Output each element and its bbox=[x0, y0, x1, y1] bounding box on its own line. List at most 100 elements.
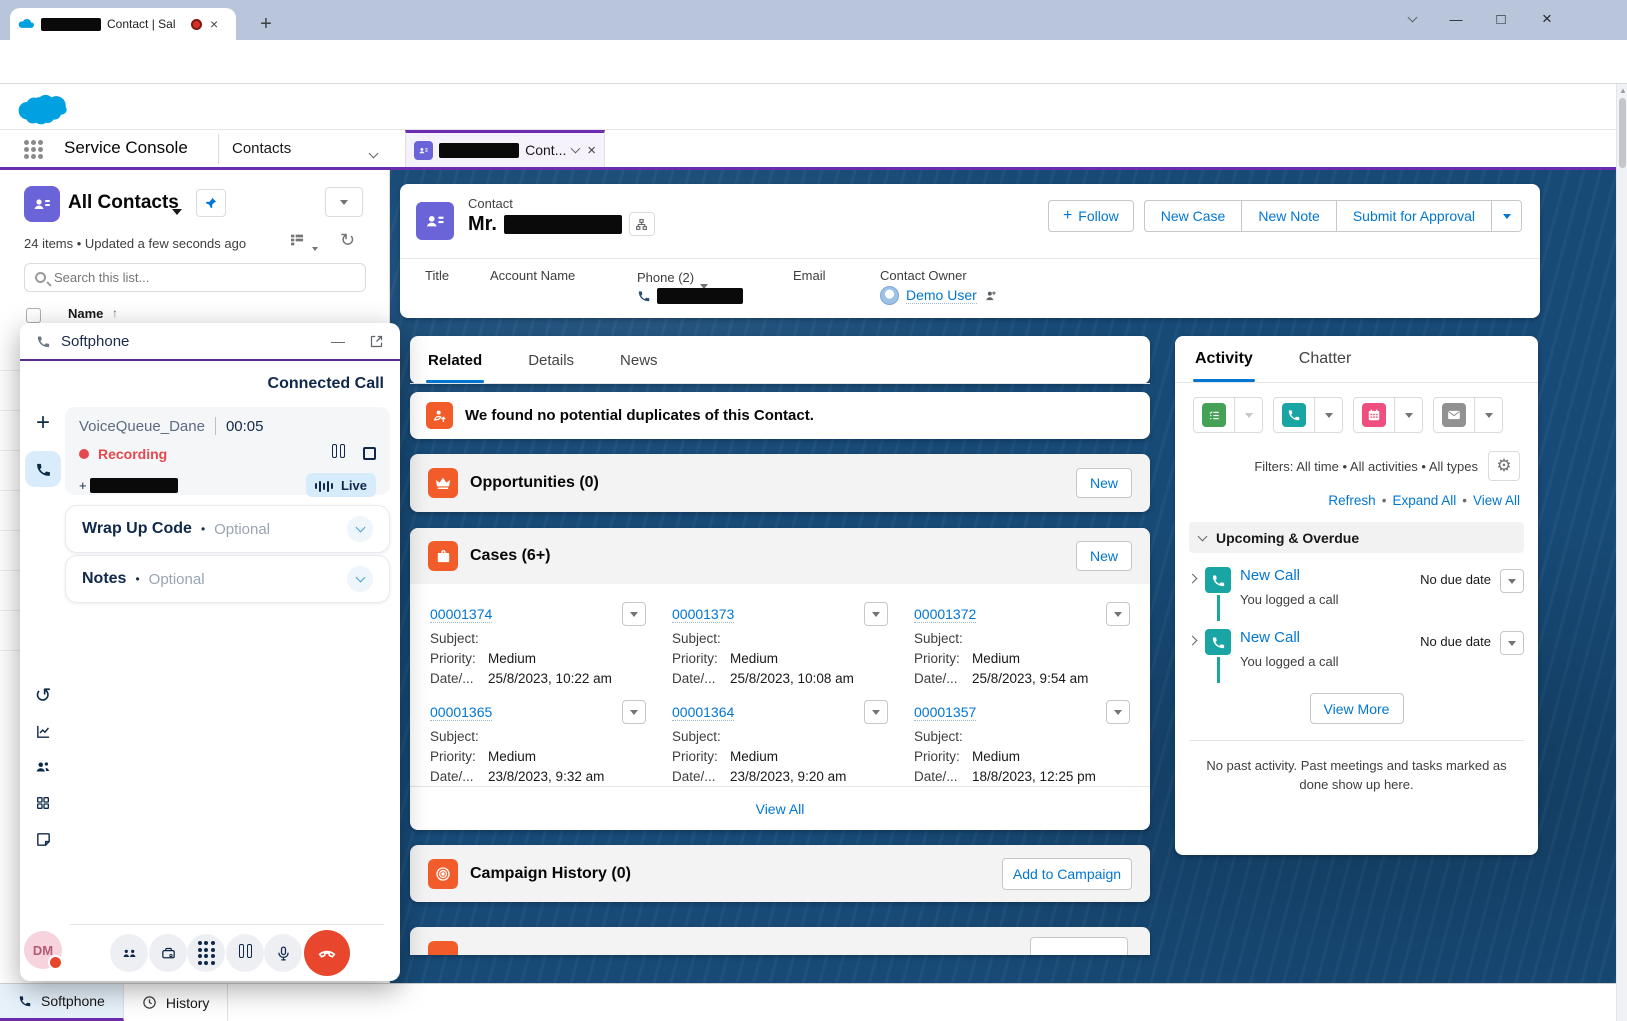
workspace-tab-close-icon[interactable]: × bbox=[587, 142, 596, 159]
add-to-campaign-button[interactable]: Add to Campaign bbox=[1002, 858, 1132, 890]
pause-recording-icon[interactable] bbox=[330, 444, 346, 463]
end-call-button[interactable] bbox=[304, 930, 350, 976]
task-dropdown-icon[interactable] bbox=[1234, 398, 1262, 432]
window-minimize-button[interactable]: — bbox=[1439, 4, 1473, 34]
select-all-checkbox[interactable] bbox=[26, 308, 41, 323]
tab-search-chevron-icon[interactable] bbox=[1395, 4, 1429, 34]
cases-view-all-link[interactable]: View All bbox=[756, 801, 805, 817]
display-as-icon[interactable] bbox=[288, 232, 306, 248]
scrollbar-up-arrow-icon[interactable]: ▲ bbox=[1619, 86, 1627, 95]
window-maximize-button[interactable]: □ bbox=[1484, 4, 1518, 34]
voicemail-drop-icon[interactable] bbox=[149, 934, 187, 972]
mute-mic-icon[interactable] bbox=[264, 934, 302, 972]
list-actions-dropdown-button[interactable] bbox=[325, 187, 363, 217]
new-tab-button[interactable]: + bbox=[252, 10, 280, 38]
notes-rail-icon[interactable] bbox=[25, 821, 61, 857]
nav-tab-contacts[interactable]: Contacts bbox=[232, 140, 291, 157]
campaign-history-title[interactable]: Campaign History (0) bbox=[470, 865, 631, 883]
activity-row-menu-button[interactable] bbox=[1500, 631, 1524, 655]
hierarchy-button[interactable] bbox=[629, 212, 655, 236]
wrapup-code-section[interactable]: Wrap Up Code • Optional bbox=[65, 505, 390, 553]
case-row-menu-button[interactable] bbox=[1106, 602, 1130, 626]
workspace-tab-contact[interactable]: Cont... × bbox=[405, 130, 605, 167]
pin-list-icon[interactable] bbox=[196, 189, 226, 217]
refresh-activities-link[interactable]: Refresh bbox=[1328, 493, 1375, 508]
tab-chatter[interactable]: Chatter bbox=[1297, 336, 1353, 382]
agent-avatar[interactable]: DM bbox=[24, 931, 62, 969]
email-dropdown-icon[interactable] bbox=[1474, 398, 1502, 432]
browser-tab[interactable]: Contact | Sal × bbox=[10, 8, 236, 40]
list-search-box[interactable] bbox=[24, 263, 366, 292]
activities-view-all-link[interactable]: View All bbox=[1473, 493, 1520, 508]
owner-link[interactable]: Demo User bbox=[906, 287, 977, 304]
scrollbar-thumb[interactable] bbox=[1619, 98, 1626, 168]
list-view-dropdown-icon[interactable] bbox=[172, 202, 182, 220]
case-row-menu-button[interactable] bbox=[1106, 700, 1130, 724]
list-search-input[interactable] bbox=[54, 270, 355, 285]
window-close-button[interactable]: × bbox=[1530, 4, 1564, 34]
notes-expand-icon[interactable] bbox=[347, 566, 373, 592]
contacts-icon[interactable] bbox=[25, 749, 61, 785]
utility-tab-softphone[interactable]: Softphone bbox=[0, 984, 124, 1021]
apps-grid-icon[interactable] bbox=[25, 785, 61, 821]
tab-details[interactable]: Details bbox=[526, 338, 576, 383]
name-column-header[interactable]: Name bbox=[68, 306, 103, 321]
case-row-menu-button[interactable] bbox=[864, 700, 888, 724]
expand-all-link[interactable]: Expand All bbox=[1392, 493, 1456, 508]
softphone-minimize-icon[interactable]: — bbox=[331, 333, 345, 349]
tab-close-icon[interactable]: × bbox=[208, 16, 220, 32]
partial-action-button[interactable] bbox=[1030, 937, 1128, 955]
stop-recording-icon[interactable] bbox=[363, 447, 376, 460]
call-dropdown-icon[interactable] bbox=[1314, 398, 1342, 432]
activity-filter-gear-icon[interactable]: ⚙ bbox=[1488, 451, 1520, 481]
case-number-link[interactable]: 00001365 bbox=[430, 704, 492, 721]
add-call-icon[interactable]: + bbox=[25, 405, 61, 441]
view-more-button[interactable]: View More bbox=[1310, 693, 1404, 724]
cases-header[interactable]: Cases (6+) New bbox=[410, 528, 1150, 584]
expand-item-icon[interactable] bbox=[1188, 636, 1198, 646]
display-as-caret-icon[interactable] bbox=[312, 238, 318, 256]
history-icon[interactable]: ↺ bbox=[25, 677, 61, 713]
stats-icon[interactable] bbox=[25, 713, 61, 749]
activity-row-menu-button[interactable] bbox=[1500, 569, 1524, 593]
new-case-button[interactable]: New Case bbox=[1144, 200, 1243, 232]
hold-call-icon[interactable] bbox=[226, 934, 264, 972]
new-note-button[interactable]: New Note bbox=[1242, 200, 1336, 232]
softphone-popout-icon[interactable] bbox=[369, 334, 384, 349]
case-row-menu-button[interactable] bbox=[622, 700, 646, 724]
campaign-history-card[interactable]: Campaign History (0) Add to Campaign bbox=[410, 845, 1150, 902]
transfer-call-icon[interactable] bbox=[110, 934, 148, 972]
change-owner-icon[interactable] bbox=[984, 289, 998, 303]
list-view-title[interactable]: All Contacts bbox=[68, 192, 179, 214]
expand-item-icon[interactable] bbox=[1188, 574, 1198, 584]
workspace-tab-dropdown-icon[interactable] bbox=[571, 144, 581, 154]
dialpad-icon[interactable] bbox=[187, 934, 225, 972]
case-number-link[interactable]: 00001372 bbox=[914, 606, 976, 623]
new-opportunity-button[interactable]: New bbox=[1076, 468, 1132, 498]
new-task-button[interactable] bbox=[1193, 397, 1263, 433]
more-actions-dropdown-button[interactable] bbox=[1492, 200, 1522, 232]
section-collapse-icon[interactable] bbox=[1198, 531, 1208, 541]
list-refresh-icon[interactable]: ↻ bbox=[340, 230, 355, 251]
opportunities-card[interactable]: Opportunities (0) New bbox=[410, 454, 1150, 512]
case-number-link[interactable]: 00001374 bbox=[430, 606, 492, 623]
follow-button[interactable]: +Follow bbox=[1048, 200, 1134, 232]
case-number-link[interactable]: 00001357 bbox=[914, 704, 976, 721]
app-launcher-icon[interactable] bbox=[24, 140, 43, 159]
new-case-list-button[interactable]: New bbox=[1076, 541, 1132, 571]
tab-activity[interactable]: Activity bbox=[1193, 336, 1255, 382]
browser-scrollbar[interactable]: ▲ bbox=[1616, 84, 1627, 1021]
cases-title[interactable]: Cases (6+) bbox=[470, 547, 551, 565]
new-event-button[interactable] bbox=[1353, 397, 1423, 433]
case-row-menu-button[interactable] bbox=[622, 602, 646, 626]
log-call-button[interactable] bbox=[1273, 397, 1343, 433]
activity-title-link[interactable]: New Call bbox=[1240, 567, 1300, 584]
submit-for-approval-button[interactable]: Submit for Approval bbox=[1337, 200, 1492, 232]
active-call-tab-icon[interactable] bbox=[25, 451, 61, 487]
upcoming-overdue-header[interactable]: Upcoming & Overdue bbox=[1189, 522, 1524, 553]
case-row-menu-button[interactable] bbox=[864, 602, 888, 626]
case-number-link[interactable]: 00001364 bbox=[672, 704, 734, 721]
nav-tab-dropdown-icon[interactable] bbox=[370, 144, 377, 162]
activity-title-link[interactable]: New Call bbox=[1240, 629, 1300, 646]
wrapup-expand-icon[interactable] bbox=[347, 516, 373, 542]
